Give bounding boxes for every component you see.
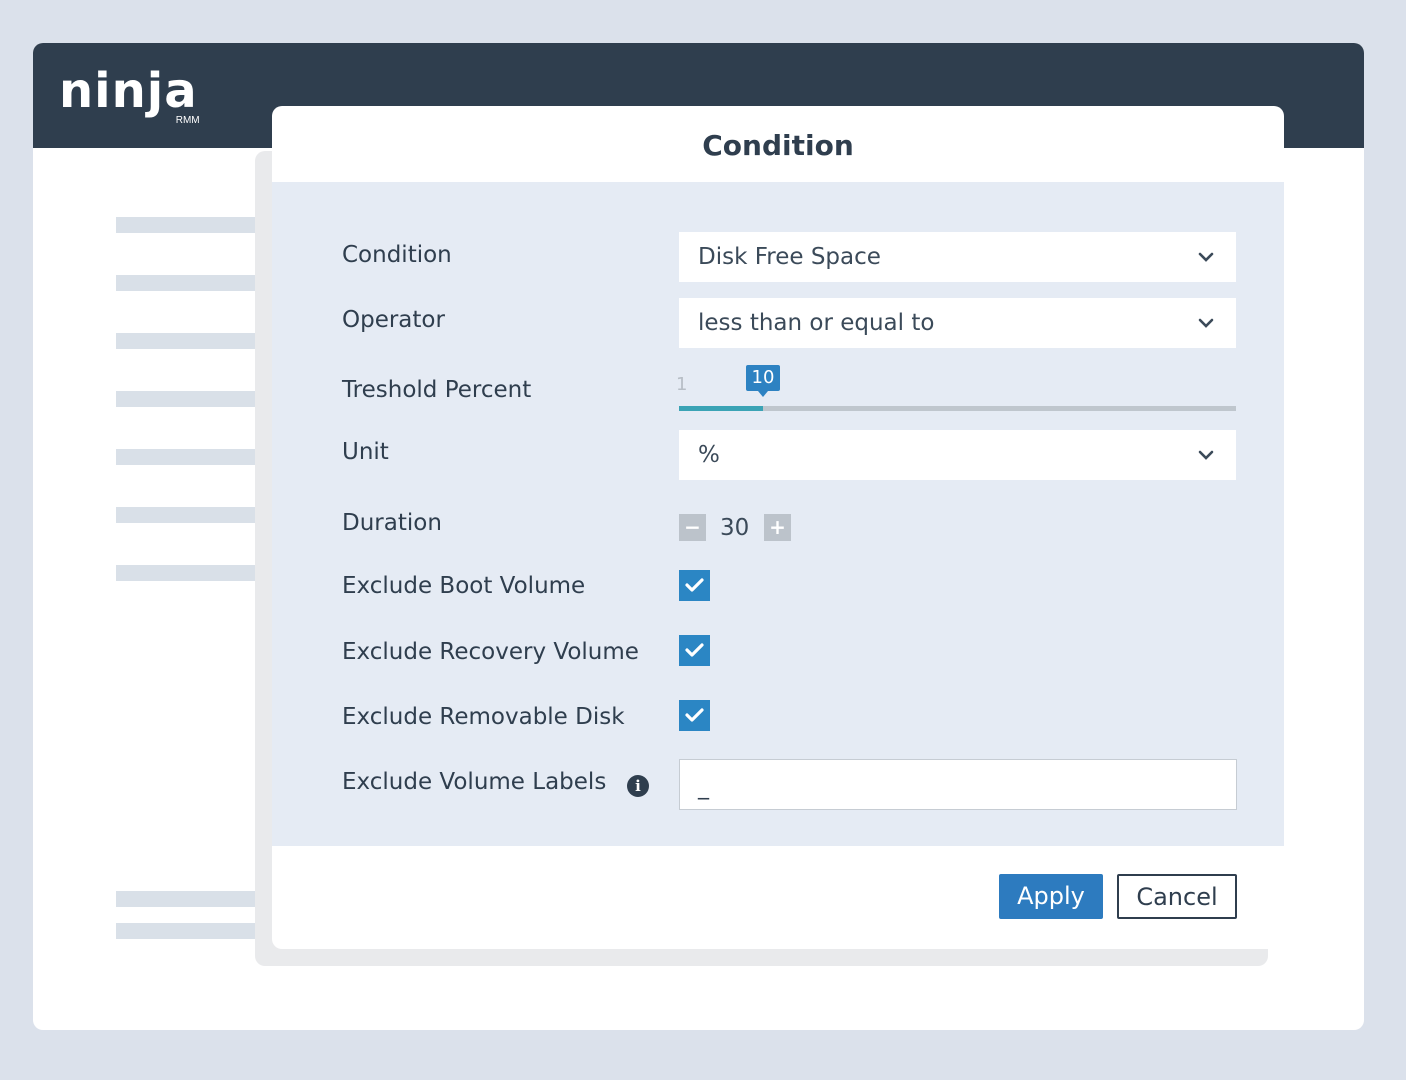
- dialog-title: Condition: [702, 129, 854, 162]
- condition-value: Disk Free Space: [698, 244, 881, 270]
- exclude-recovery-label: Exclude Recovery Volume: [342, 639, 639, 665]
- exclude-labels-input[interactable]: _: [679, 759, 1237, 810]
- exclude-removable-checkbox[interactable]: [679, 700, 710, 731]
- exclude-boot-checkbox[interactable]: [679, 570, 710, 601]
- exclude-labels-label: Exclude Volume Labels: [342, 769, 607, 795]
- condition-select[interactable]: Disk Free Space: [679, 232, 1236, 282]
- operator-select[interactable]: less than or equal to: [679, 298, 1236, 348]
- background-list-line: [116, 391, 276, 407]
- background-list-line: [116, 923, 276, 939]
- unit-value: %: [698, 442, 720, 468]
- exclude-labels-value: _: [698, 775, 709, 800]
- background-list-line: [116, 217, 276, 233]
- background-list-line: [116, 333, 276, 349]
- exclude-removable-label: Exclude Removable Disk: [342, 704, 625, 730]
- apply-button[interactable]: Apply: [999, 874, 1103, 919]
- chevron-down-icon: [1198, 318, 1214, 328]
- dialog-body: Condition Disk Free Space Operator less …: [272, 182, 1284, 846]
- duration-label: Duration: [342, 510, 442, 536]
- exclude-boot-label: Exclude Boot Volume: [342, 573, 586, 599]
- unit-label: Unit: [342, 439, 389, 465]
- duration-decrement-button[interactable]: −: [679, 514, 706, 541]
- background-list-line: [116, 507, 276, 523]
- checkmark-icon: [685, 708, 704, 722]
- slider-value-tooltip[interactable]: 10: [746, 365, 780, 397]
- ninja-logo: ninja RMM: [59, 61, 200, 126]
- condition-dialog: Condition Condition Disk Free Space Oper…: [272, 106, 1284, 949]
- exclude-recovery-checkbox[interactable]: [679, 635, 710, 666]
- duration-increment-button[interactable]: +: [764, 514, 791, 541]
- operator-value: less than or equal to: [698, 310, 935, 336]
- background-list-line: [116, 275, 276, 291]
- duration-value[interactable]: 30: [720, 515, 749, 541]
- chevron-down-icon: [1198, 450, 1214, 460]
- logo-text: ninja: [59, 63, 198, 119]
- condition-label: Condition: [342, 242, 452, 268]
- background-list-line: [116, 449, 276, 465]
- operator-label: Operator: [342, 307, 445, 333]
- threshold-label: Treshold Percent: [342, 377, 532, 403]
- background-list-line: [116, 891, 276, 907]
- slider-min-label: 1: [676, 374, 688, 395]
- cancel-button[interactable]: Cancel: [1117, 874, 1237, 919]
- slider-fill: [679, 406, 763, 411]
- background-list-line: [116, 565, 276, 581]
- threshold-slider[interactable]: [679, 406, 1236, 411]
- unit-select[interactable]: %: [679, 430, 1236, 480]
- info-icon[interactable]: i: [627, 775, 649, 797]
- checkmark-icon: [685, 578, 704, 592]
- chevron-down-icon: [1198, 252, 1214, 262]
- logo-subtext: RMM: [175, 115, 200, 126]
- checkmark-icon: [685, 643, 704, 657]
